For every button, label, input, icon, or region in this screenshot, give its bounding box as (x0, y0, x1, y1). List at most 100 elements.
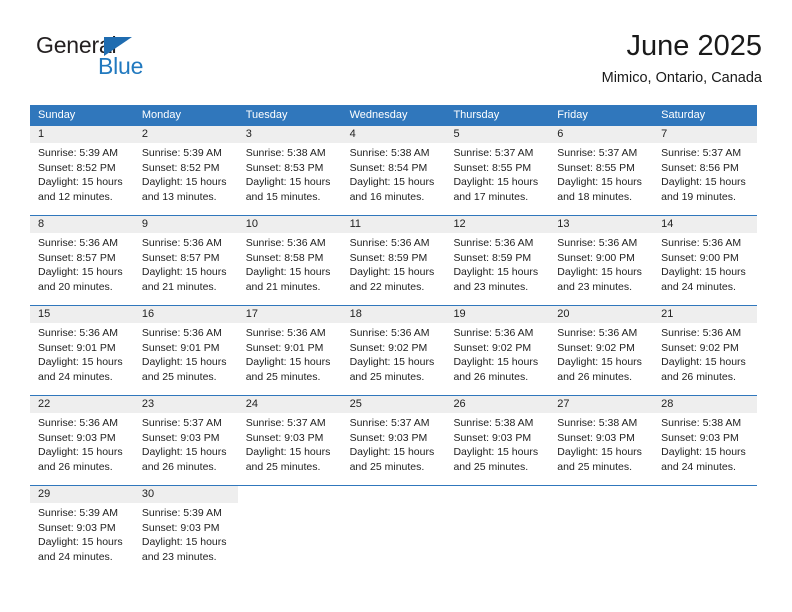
sunset-text: Sunset: 8:55 PM (557, 161, 635, 174)
calendar-day-cell[interactable]: 21 Sunrise: 5:36 AM Sunset: 9:02 PM Dayl… (653, 306, 758, 395)
calendar-day-cell[interactable]: 29 Sunrise: 5:39 AM Sunset: 9:03 PM Dayl… (30, 486, 134, 575)
sunset-text: Sunset: 9:01 PM (245, 341, 324, 354)
day-details: Sunrise: 5:36 AM Sunset: 9:01 PM Dayligh… (238, 323, 342, 384)
day-number: 2 (133, 126, 238, 143)
daylight-text-line2: and 20 minutes. (38, 280, 113, 293)
general-blue-logo[interactable]: General Blue (36, 32, 236, 90)
sunset-text: Sunset: 8:55 PM (453, 161, 532, 174)
calendar-day-cell[interactable]: 26 Sunrise: 5:38 AM Sunset: 9:03 PM Dayl… (445, 396, 550, 485)
calendar-day-cell-empty (342, 486, 446, 575)
sunrise-text: Sunrise: 5:39 AM (141, 507, 222, 519)
sunrise-text: Sunrise: 5:37 AM (453, 147, 534, 159)
calendar-day-cell[interactable]: 19 Sunrise: 5:36 AM Sunset: 9:02 PM Dayl… (445, 306, 550, 395)
sunrise-text: Sunrise: 5:36 AM (661, 237, 742, 249)
day-number (238, 486, 342, 503)
calendar-day-cell[interactable]: 3 Sunrise: 5:38 AM Sunset: 8:53 PM Dayli… (237, 126, 342, 215)
day-number: 17 (237, 306, 342, 323)
calendar-day-cell[interactable]: 12 Sunrise: 5:36 AM Sunset: 8:59 PM Dayl… (445, 216, 550, 305)
day-details: Sunrise: 5:38 AM Sunset: 9:03 PM Dayligh… (653, 413, 757, 474)
calendar-day-cell[interactable]: 20 Sunrise: 5:36 AM Sunset: 9:02 PM Dayl… (549, 306, 654, 395)
calendar-day-cell[interactable]: 6 Sunrise: 5:37 AM Sunset: 8:55 PM Dayli… (549, 126, 654, 215)
day-details: Sunrise: 5:37 AM Sunset: 9:03 PM Dayligh… (238, 413, 342, 474)
day-details: Sunrise: 5:36 AM Sunset: 8:58 PM Dayligh… (238, 233, 342, 294)
sunset-text: Sunset: 8:56 PM (661, 161, 739, 174)
calendar-day-cell[interactable]: 7 Sunrise: 5:37 AM Sunset: 8:56 PM Dayli… (653, 126, 758, 215)
day-number: 9 (133, 216, 238, 233)
sunset-text: Sunset: 9:02 PM (453, 341, 532, 354)
calendar-day-cell[interactable]: 24 Sunrise: 5:37 AM Sunset: 9:03 PM Dayl… (237, 396, 342, 485)
calendar-day-cell[interactable]: 1 Sunrise: 5:39 AM Sunset: 8:52 PM Dayli… (30, 126, 134, 215)
daylight-text-line1: Daylight: 15 hours (38, 176, 123, 189)
calendar-day-cell[interactable]: 15 Sunrise: 5:36 AM Sunset: 9:01 PM Dayl… (30, 306, 134, 395)
sunrise-text: Sunrise: 5:36 AM (349, 237, 430, 249)
daylight-text-line2: and 25 minutes. (141, 370, 217, 383)
day-details: Sunrise: 5:36 AM Sunset: 8:59 PM Dayligh… (445, 233, 549, 294)
daylight-text-line2: and 26 minutes. (661, 370, 736, 383)
day-details: Sunrise: 5:36 AM Sunset: 9:03 PM Dayligh… (30, 413, 134, 474)
calendar-day-cell[interactable]: 18 Sunrise: 5:36 AM Sunset: 9:02 PM Dayl… (341, 306, 446, 395)
calendar-day-cell[interactable]: 10 Sunrise: 5:36 AM Sunset: 8:58 PM Dayl… (237, 216, 342, 305)
calendar-day-cell[interactable]: 13 Sunrise: 5:36 AM Sunset: 9:00 PM Dayl… (549, 216, 654, 305)
daylight-text-line2: and 24 minutes. (38, 370, 113, 383)
day-details: Sunrise: 5:36 AM Sunset: 9:00 PM Dayligh… (549, 233, 653, 294)
calendar-day-cell-empty (445, 486, 549, 575)
daylight-text-line1: Daylight: 15 hours (349, 176, 435, 189)
day-details: Sunrise: 5:36 AM Sunset: 9:01 PM Dayligh… (134, 323, 238, 384)
calendar-day-cell[interactable]: 11 Sunrise: 5:36 AM Sunset: 8:59 PM Dayl… (341, 216, 446, 305)
daylight-text-line1: Daylight: 15 hours (245, 356, 331, 369)
sunrise-text: Sunrise: 5:38 AM (245, 147, 326, 159)
daylight-text-line2: and 12 minutes. (38, 190, 113, 203)
sunrise-text: Sunrise: 5:37 AM (141, 417, 222, 429)
daylight-text-line2: and 25 minutes. (453, 460, 529, 473)
daylight-text-line2: and 25 minutes. (349, 370, 425, 383)
calendar-day-cell[interactable]: 4 Sunrise: 5:38 AM Sunset: 8:54 PM Dayli… (341, 126, 446, 215)
calendar-day-cell[interactable]: 25 Sunrise: 5:37 AM Sunset: 9:03 PM Dayl… (341, 396, 446, 485)
daylight-text-line1: Daylight: 15 hours (557, 266, 642, 279)
daylight-text-line2: and 25 minutes. (349, 460, 425, 473)
day-details: Sunrise: 5:38 AM Sunset: 8:53 PM Dayligh… (238, 143, 342, 204)
daylight-text-line2: and 25 minutes. (245, 460, 321, 473)
calendar-day-cell[interactable]: 28 Sunrise: 5:38 AM Sunset: 9:03 PM Dayl… (653, 396, 758, 485)
sunset-text: Sunset: 9:01 PM (38, 341, 116, 354)
sunrise-text: Sunrise: 5:37 AM (245, 417, 326, 429)
day-details: Sunrise: 5:37 AM Sunset: 8:55 PM Dayligh… (445, 143, 549, 204)
sunrise-text: Sunrise: 5:36 AM (38, 327, 118, 339)
calendar-day-cell[interactable]: 8 Sunrise: 5:36 AM Sunset: 8:57 PM Dayli… (30, 216, 134, 305)
sunrise-text: Sunrise: 5:36 AM (661, 327, 742, 339)
sunset-text: Sunset: 9:00 PM (557, 251, 635, 264)
daylight-text-line1: Daylight: 15 hours (38, 356, 123, 369)
calendar-day-cell[interactable]: 22 Sunrise: 5:36 AM Sunset: 9:03 PM Dayl… (30, 396, 134, 485)
day-number: 8 (30, 216, 134, 233)
day-number: 15 (30, 306, 134, 323)
sunset-text: Sunset: 9:03 PM (453, 431, 532, 444)
day-details: Sunrise: 5:36 AM Sunset: 9:02 PM Dayligh… (342, 323, 446, 384)
calendar-day-cell-empty (653, 486, 757, 575)
daylight-text-line1: Daylight: 15 hours (38, 536, 123, 549)
day-number: 26 (445, 396, 550, 413)
calendar-day-cell[interactable]: 9 Sunrise: 5:36 AM Sunset: 8:57 PM Dayli… (133, 216, 238, 305)
weekday-header-thursday: Thursday (453, 109, 500, 121)
day-details: Sunrise: 5:37 AM Sunset: 8:55 PM Dayligh… (549, 143, 653, 204)
sunset-text: Sunset: 8:57 PM (38, 251, 116, 264)
calendar-page: General Blue June 2025 Mimico, Ontario, … (0, 0, 792, 612)
calendar-day-cell[interactable]: 17 Sunrise: 5:36 AM Sunset: 9:01 PM Dayl… (237, 306, 342, 395)
calendar-day-cell[interactable]: 2 Sunrise: 5:39 AM Sunset: 8:52 PM Dayli… (133, 126, 238, 215)
calendar-week-row: 1 Sunrise: 5:39 AM Sunset: 8:52 PM Dayli… (30, 125, 758, 215)
sunrise-text: Sunrise: 5:37 AM (557, 147, 638, 159)
daylight-text-line1: Daylight: 15 hours (661, 356, 746, 369)
calendar-day-cell[interactable]: 14 Sunrise: 5:36 AM Sunset: 9:00 PM Dayl… (653, 216, 758, 305)
sunset-text: Sunset: 9:03 PM (245, 431, 324, 444)
day-number (549, 486, 653, 503)
calendar-day-cell[interactable]: 30 Sunrise: 5:39 AM Sunset: 9:03 PM Dayl… (133, 486, 238, 575)
daylight-text-line2: and 22 minutes. (349, 280, 425, 293)
day-details: Sunrise: 5:36 AM Sunset: 8:59 PM Dayligh… (342, 233, 446, 294)
day-number: 5 (445, 126, 550, 143)
page-title: June 2025 (626, 30, 762, 62)
sunrise-text: Sunrise: 5:36 AM (453, 327, 534, 339)
calendar-day-cell[interactable]: 16 Sunrise: 5:36 AM Sunset: 9:01 PM Dayl… (133, 306, 238, 395)
calendar-day-cell[interactable]: 27 Sunrise: 5:38 AM Sunset: 9:03 PM Dayl… (549, 396, 654, 485)
calendar-day-cell[interactable]: 5 Sunrise: 5:37 AM Sunset: 8:55 PM Dayli… (445, 126, 550, 215)
calendar-day-cell[interactable]: 23 Sunrise: 5:37 AM Sunset: 9:03 PM Dayl… (133, 396, 238, 485)
day-details: Sunrise: 5:36 AM Sunset: 9:02 PM Dayligh… (653, 323, 757, 384)
day-number: 23 (133, 396, 238, 413)
